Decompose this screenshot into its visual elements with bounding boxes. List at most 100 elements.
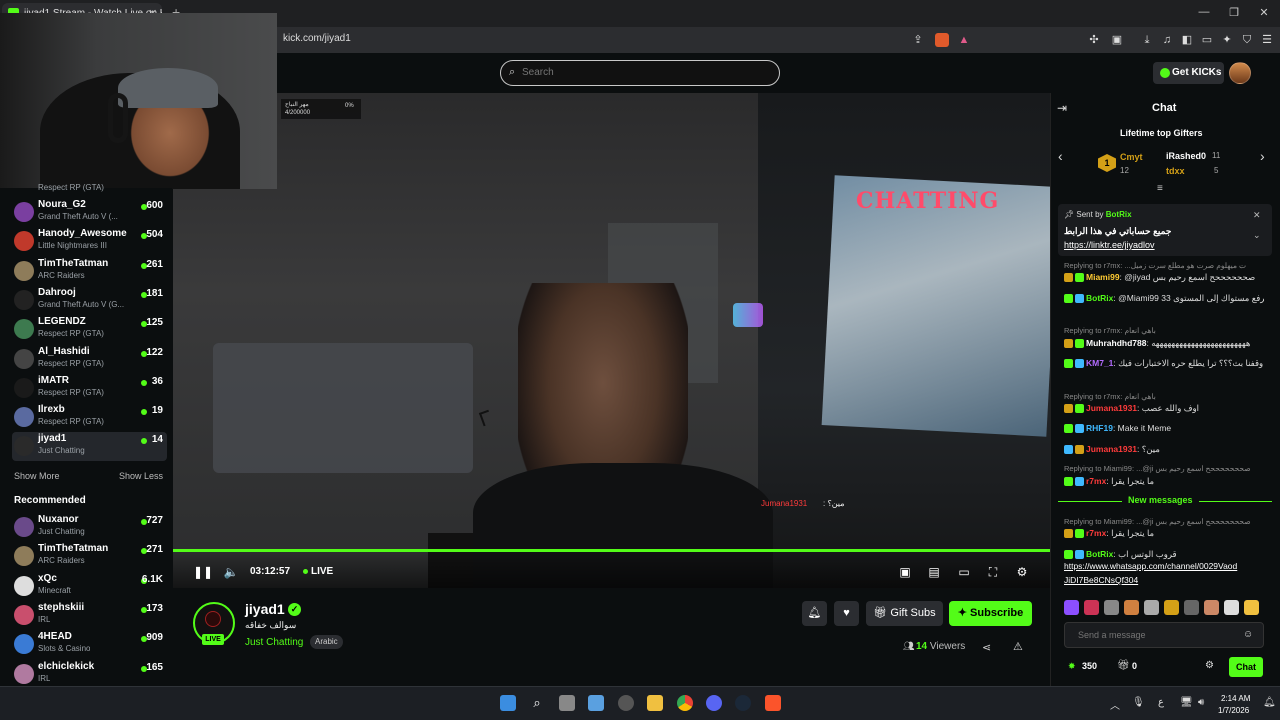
emote-icon[interactable] — [1184, 600, 1199, 615]
collapse-chat-icon[interactable]: ⇥ — [1057, 101, 1067, 115]
notification-bell-icon[interactable]: 🔔︎ — [802, 601, 827, 626]
emote-icon[interactable] — [1084, 600, 1099, 615]
file-explorer-icon[interactable] — [647, 695, 663, 711]
sidebar-channel-item[interactable]: Noura_G2 Grand Theft Auto V (... 600 — [12, 198, 167, 227]
pinned-link[interactable]: https://linktr.ee/jiyadlov — [1064, 240, 1155, 250]
gifters-collapse-icon[interactable]: ≡ — [1157, 183, 1163, 194]
tray-overflow-icon[interactable]: ︿ — [1110, 697, 1120, 712]
chat-username[interactable]: r7mx — [1086, 476, 1106, 486]
pause-icon[interactable]: ❚❚ — [193, 565, 213, 579]
streamer-name[interactable]: jiyad1 — [245, 601, 285, 617]
chat-username[interactable]: Miami99 — [1086, 272, 1120, 282]
emote-icon[interactable] — [1204, 600, 1219, 615]
pinned-sender[interactable]: BotRix — [1106, 210, 1132, 219]
menu-icon[interactable]: ☰ — [1260, 33, 1274, 47]
report-warning-icon[interactable]: ⚠ — [1013, 640, 1023, 653]
chat-username[interactable]: RHF19 — [1086, 423, 1113, 433]
sidebar-channel-item[interactable]: xQc Minecraft 6.1K — [12, 572, 167, 601]
sidebar-channel-item[interactable]: Dahrooj Grand Theft Auto V (G... 181 — [12, 286, 167, 315]
sidebar-channel-item[interactable]: Hanody_Awesome Little Nightmares III 504 — [12, 227, 167, 256]
pinned-expand-icon[interactable]: ⌄ — [1253, 230, 1261, 241]
gifters-prev-icon[interactable]: ‹ — [1058, 148, 1063, 164]
sidebar-channel-item[interactable]: Ilrexb Respect RP (GTA) 19 — [12, 403, 167, 432]
live-label[interactable]: LIVE — [311, 566, 333, 577]
sidebar-channel-item[interactable]: iMATR Respect RP (GTA) 36 — [12, 374, 167, 403]
emote-icon[interactable] — [1064, 600, 1079, 615]
speaker-icon[interactable]: 🔊︎ — [1198, 697, 1204, 708]
share-icon[interactable]: ⇪ — [911, 33, 925, 47]
clock-time[interactable]: 2:14 AM — [1221, 694, 1250, 703]
new-messages-label[interactable]: New messages — [1122, 495, 1199, 505]
subscribe-button[interactable]: ✦ Subscribe — [949, 601, 1032, 626]
download-icon[interactable]: ⤓ — [1140, 33, 1154, 47]
chat-username[interactable]: r7mx — [1086, 528, 1106, 538]
microphone-icon[interactable]: 🎙︎ — [1132, 697, 1145, 708]
theater-mode-icon[interactable]: ▭ — [956, 565, 972, 579]
gifter-name[interactable]: tdxx — [1166, 166, 1185, 176]
chat-settings-icon[interactable]: ⚙ — [1205, 660, 1214, 671]
chat-username[interactable]: Jumana1931 — [1086, 403, 1137, 413]
network-icon[interactable]: 🖥︎ — [1180, 697, 1193, 708]
keyboard-language[interactable]: ع — [1158, 697, 1164, 708]
extensions-icon[interactable]: ✣ — [1087, 33, 1101, 47]
unpin-icon[interactable]: ✕ — [1253, 210, 1261, 221]
minimize-icon[interactable]: — — [1194, 6, 1214, 18]
gift-subs-button[interactable]: 🎁︎ Gift Subs — [866, 601, 943, 626]
maximize-icon[interactable]: ❐ — [1224, 6, 1244, 19]
chat-username[interactable]: Jumana1931 — [1086, 444, 1137, 454]
wallet-icon[interactable]: ▭ — [1200, 33, 1214, 47]
chat-username[interactable]: BotRix — [1086, 549, 1113, 559]
show-more-link[interactable]: Show More — [14, 471, 60, 481]
user-avatar[interactable] — [1229, 62, 1251, 84]
brave-rewards-icon[interactable]: ▲ — [957, 33, 971, 47]
sidebar-channel-item[interactable]: jiyad1 Just Chatting 14 — [12, 432, 167, 462]
chrome-icon[interactable] — [677, 695, 693, 711]
gifters-next-icon[interactable]: › — [1260, 148, 1265, 164]
sidebar-channel-item[interactable]: 4HEAD Slots & Casino 909 — [12, 630, 167, 659]
taskbar-search-icon[interactable]: ⌕ — [529, 695, 545, 711]
sidebar-channel-item[interactable]: Al_Hashidi Respect RP (GTA) 122 — [12, 345, 167, 374]
chat-message-input[interactable] — [1064, 622, 1264, 648]
sidebar-channel-item[interactable]: TimTheTatman ARC Raiders 271 — [12, 542, 167, 571]
sidebar-toggle-icon[interactable]: ◧ — [1180, 33, 1194, 47]
emote-icon[interactable] — [1124, 600, 1139, 615]
windows-start-icon[interactable] — [500, 695, 516, 711]
settings-app-icon[interactable] — [618, 695, 634, 711]
window-close-icon[interactable]: ✕ — [1254, 6, 1274, 19]
emote-icon[interactable] — [1144, 600, 1159, 615]
store-icon[interactable] — [588, 695, 604, 711]
miniplayer-icon[interactable]: ▣ — [897, 565, 913, 579]
steam-icon[interactable] — [735, 695, 751, 711]
emote-icon[interactable] — [1224, 600, 1239, 615]
gifter-name[interactable]: Cmyt — [1120, 152, 1143, 162]
sidebar-channel-item[interactable]: elchiclekick IRL 165 — [12, 660, 167, 689]
video-player[interactable]: CHATTING مهر النباح 4/200000 0% Jumana19… — [173, 93, 1050, 588]
discord-icon[interactable] — [706, 695, 722, 711]
stream-category-link[interactable]: Just Chatting — [245, 637, 303, 648]
brave-icon[interactable] — [765, 695, 781, 711]
leo-ai-icon[interactable]: ✦ — [1220, 33, 1234, 47]
search-input[interactable] — [522, 67, 762, 78]
task-view-icon[interactable] — [559, 695, 575, 711]
language-tag[interactable]: Arabic — [310, 635, 343, 649]
follow-heart-icon[interactable]: ♥ — [834, 601, 859, 626]
screenshot-icon[interactable]: ▣ — [1110, 33, 1124, 47]
chat-username[interactable]: KM7_1 — [1086, 358, 1113, 368]
volume-icon[interactable]: 🔈 — [223, 565, 239, 579]
sidebar-channel-item[interactable]: Nuxanor Just Chatting 727 — [12, 513, 167, 542]
share-stream-icon[interactable]: ⋖ — [982, 641, 991, 654]
send-chat-button[interactable]: Chat — [1229, 657, 1263, 677]
sidebar-channel-item[interactable]: LEGENDZ Respect RP (GTA) 125 — [12, 315, 167, 344]
vpn-icon[interactable]: ⛉ — [1240, 33, 1254, 47]
gifter-name[interactable]: iRashed0 — [1166, 151, 1206, 161]
chat-username[interactable]: Muhrahdhd788 — [1086, 338, 1146, 348]
notification-icon[interactable]: 🔔︎ — [1263, 697, 1276, 708]
gifts-count[interactable]: 0 — [1132, 661, 1137, 671]
emote-icon[interactable] — [1104, 600, 1119, 615]
emote-icon[interactable] — [1244, 600, 1259, 615]
emoji-picker-icon[interactable]: ☺ — [1243, 629, 1253, 640]
whatsapp-link-cont[interactable]: JiDI7Be8CNsQf304 — [1064, 575, 1138, 585]
whatsapp-link[interactable]: https://www.whatsapp.com/channel/0029Vao… — [1064, 561, 1237, 571]
brave-shields-icon[interactable] — [935, 33, 949, 47]
emote-icon[interactable] — [1164, 600, 1179, 615]
